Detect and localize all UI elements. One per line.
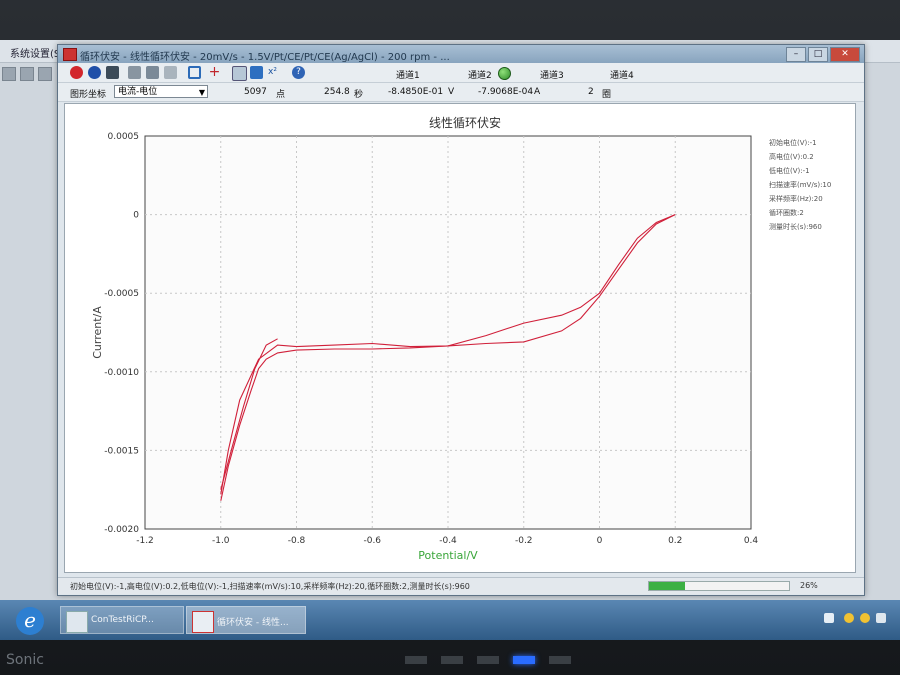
close-button[interactable]: ✕ xyxy=(830,47,860,62)
param-low-potential: 低电位(V):-1 xyxy=(769,167,810,175)
minimize-button[interactable]: – xyxy=(786,47,806,62)
current-value: -7.9068E-04 xyxy=(478,87,534,97)
zoom-box-icon[interactable] xyxy=(232,66,247,81)
x-tick-label: -1.0 xyxy=(212,536,230,546)
y-tick-label: -0.0005 xyxy=(104,289,139,299)
param-initial-potential: 初始电位(V):-1 xyxy=(769,139,817,147)
axis-mode-label: 图形坐标 xyxy=(70,90,107,100)
crosshair-icon[interactable]: + xyxy=(208,65,221,79)
y-axis-label: Current/A xyxy=(91,306,104,359)
param-duration: 测量时长(s):960 xyxy=(769,223,822,231)
screen: 系统设置(S) 循环伏安 - 线性循环伏安 - 20mV/s - 1.5V/Pt… xyxy=(0,40,900,640)
time-unit: 秒 xyxy=(354,90,364,100)
param-scan-rate: 扫描速率(mV/s):10 xyxy=(769,181,832,189)
channel-2-label[interactable]: 通道2 xyxy=(468,68,492,81)
channel-status-led-icon xyxy=(498,67,511,80)
x-tick-label: 0.2 xyxy=(668,536,682,546)
monitor-brand-logo: Sonic xyxy=(6,652,44,668)
cv-app-icon xyxy=(192,611,214,633)
current-unit: A xyxy=(534,87,541,97)
background-tool-icon[interactable] xyxy=(38,67,52,81)
y-tick-label: -0.0015 xyxy=(104,446,139,456)
ie-icon[interactable]: e xyxy=(16,607,44,635)
app-icon xyxy=(63,48,77,61)
params-panel: 初始电位(V):-1 高电位(V):0.2 低电位(V):-1 扫描速率(mV/… xyxy=(769,136,831,234)
taskbar-button-contest[interactable]: ConTestRiCP... xyxy=(60,606,184,634)
window-titlebar[interactable]: 循环伏安 - 线性循环伏安 - 20mV/s - 1.5V/Pt/CE/Pt/C… xyxy=(58,45,864,63)
y-tick-label: -0.0010 xyxy=(104,368,139,378)
progress-fill xyxy=(649,582,686,590)
monitor-button[interactable] xyxy=(549,656,571,664)
readout-bar: 图形坐标 电流-电位 ▼ 5097 点 254.8 秒 -8.4850E-01 … xyxy=(58,83,864,102)
monitor-button[interactable] xyxy=(477,656,499,664)
param-cycles: 循环圈数:2 xyxy=(769,209,804,217)
app-window-icon xyxy=(66,611,88,633)
x-tick-label: 0.4 xyxy=(744,536,759,546)
potential-value: -8.4850E-01 xyxy=(388,87,444,97)
print-icon[interactable] xyxy=(128,66,141,79)
points-value: 5097 xyxy=(244,87,267,97)
axis-mode-select[interactable]: 电流-电位 ▼ xyxy=(114,85,208,98)
taskbar-button-cv[interactable]: 循环伏安 - 线性... xyxy=(186,606,306,634)
status-bar: 初始电位(V):-1,高电位(V):0.2,低电位(V):-1,扫描速率(mV/… xyxy=(58,577,864,594)
y-tick-label: 0.0005 xyxy=(108,132,140,142)
export-icon[interactable] xyxy=(146,66,159,79)
param-high-potential: 高电位(V):0.2 xyxy=(769,153,814,161)
param-sample-rate: 采样频率(Hz):20 xyxy=(769,195,823,203)
stop-icon[interactable] xyxy=(70,66,83,79)
taskbar-button-label: 循环伏安 - 线性... xyxy=(217,618,289,628)
network-icon[interactable] xyxy=(844,613,854,623)
y-tick-label: 0 xyxy=(133,211,139,221)
monitor-button[interactable] xyxy=(441,656,463,664)
y-tick-label: -0.0020 xyxy=(104,525,139,535)
taskbar: e ConTestRiCP... 循环伏安 - 线性... xyxy=(0,600,900,640)
x-tick-label: -1.2 xyxy=(136,536,154,546)
volume-icon[interactable] xyxy=(876,613,886,623)
monitor-buttons xyxy=(405,656,571,664)
channel-1-label[interactable]: 通道1 xyxy=(396,68,420,81)
cv-chart[interactable]: -1.2 -1.0 -0.8 -0.6 -0.4 -0.2 0 0.2 0.4 0.0005 0 -0… xyxy=(65,104,855,572)
record-icon[interactable] xyxy=(88,66,101,79)
background-tool-icon[interactable] xyxy=(2,67,16,81)
background-tool-icon[interactable] xyxy=(20,67,34,81)
plot-panel[interactable]: 线性循环伏安 -1.2 -1.0 -0.8 -0.6 -0.4 -0.2 0 0.2 0.4 0.… xyxy=(64,103,856,573)
time-value: 254.8 xyxy=(324,87,350,97)
flag-icon[interactable] xyxy=(824,613,834,623)
help-icon[interactable]: ? xyxy=(292,66,305,79)
chart-icon[interactable] xyxy=(250,66,263,79)
save-icon[interactable] xyxy=(106,66,119,79)
maximize-button[interactable]: □ xyxy=(808,47,828,62)
window-title: 循环伏安 - 线性循环伏安 - 20mV/s - 1.5V/Pt/CE/Pt/C… xyxy=(80,52,450,63)
taskbar-button-label: ConTestRiCP... xyxy=(91,615,154,625)
x-tick-label: 0 xyxy=(597,536,603,546)
potential-unit: V xyxy=(448,87,455,97)
progress-bar xyxy=(648,581,790,591)
cv-window: 循环伏安 - 线性循环伏安 - 20mV/s - 1.5V/Pt/CE/Pt/C… xyxy=(57,44,865,596)
channel-3-label[interactable]: 通道3 xyxy=(540,68,564,81)
cycle-unit: 圈 xyxy=(602,90,612,100)
power-led-icon[interactable] xyxy=(513,656,535,664)
fit-icon[interactable]: x² xyxy=(268,66,281,79)
x-tick-label: -0.6 xyxy=(363,536,381,546)
x-tick-label: -0.8 xyxy=(288,536,306,546)
system-tray xyxy=(810,600,900,640)
move-icon[interactable] xyxy=(188,66,201,79)
monitor-button[interactable] xyxy=(405,656,427,664)
channel-4-label[interactable]: 通道4 xyxy=(610,68,634,81)
progress-label: 26% xyxy=(800,581,818,590)
x-tick-label: -0.2 xyxy=(515,536,533,546)
shield-icon[interactable] xyxy=(860,613,870,623)
axis-mode-value: 电流-电位 xyxy=(118,87,158,97)
background-toolbar xyxy=(0,63,60,85)
x-axis-label: Potential/V xyxy=(418,549,478,562)
status-text: 初始电位(V):-1,高电位(V):0.2,低电位(V):-1,扫描速率(mV/… xyxy=(70,582,470,591)
x-tick-label: -0.4 xyxy=(439,536,457,546)
toolbar: + x² ? 通道1 通道2 通道3 通道4 xyxy=(58,63,864,83)
cycle-value: 2 xyxy=(588,87,594,97)
copy-icon[interactable] xyxy=(164,66,177,79)
points-unit: 点 xyxy=(276,90,286,100)
chevron-down-icon: ▼ xyxy=(198,88,205,97)
